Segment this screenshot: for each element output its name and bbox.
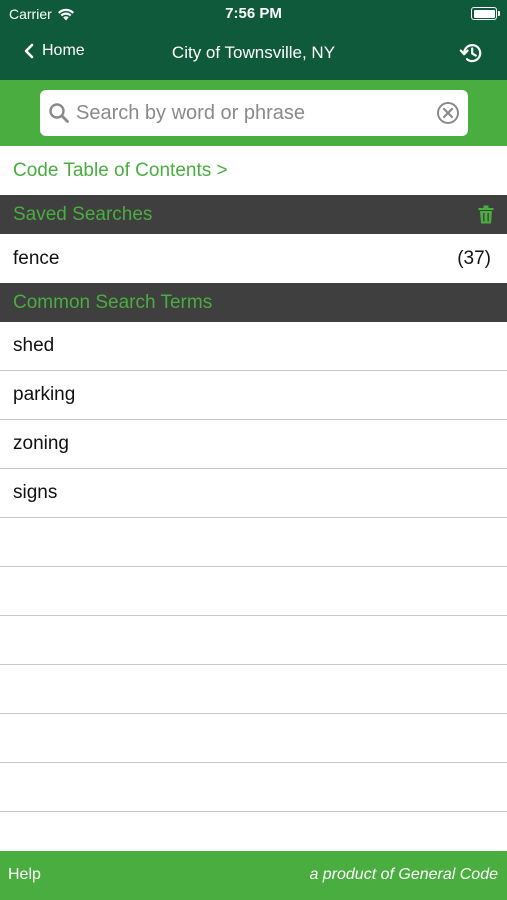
toc-link-label: Code Table of Contents > (13, 159, 228, 181)
common-term-item[interactable]: shed (0, 322, 507, 371)
common-term-label: shed (13, 335, 55, 356)
navigation-bar: Home City of Townsville, NY (0, 28, 507, 80)
common-search-terms-header: Common Search Terms (0, 283, 507, 322)
empty-list-row (0, 763, 507, 812)
common-term-item[interactable]: zoning (0, 420, 507, 469)
history-icon[interactable] (459, 40, 485, 66)
common-term-label: zoning (13, 433, 69, 454)
empty-list-row (0, 518, 507, 567)
saved-search-count: (37) (457, 248, 491, 269)
empty-list-row (0, 714, 507, 763)
common-term-item[interactable]: parking (0, 371, 507, 420)
common-term-label: parking (13, 384, 76, 405)
saved-search-item[interactable]: fence (37) (0, 234, 507, 283)
common-term-item[interactable]: signs (0, 469, 507, 518)
clear-search-icon[interactable] (436, 101, 460, 125)
code-table-of-contents-link[interactable]: Code Table of Contents > (0, 146, 507, 195)
search-bar-container (0, 80, 507, 146)
empty-list-row (0, 616, 507, 665)
search-box[interactable] (40, 90, 468, 136)
empty-list-row (0, 812, 507, 851)
battery-icon (471, 7, 500, 20)
page-title: City of Townsville, NY (171, 43, 336, 62)
saved-search-term: fence (13, 247, 60, 269)
saved-searches-header: Saved Searches (0, 195, 507, 234)
common-term-label: signs (13, 482, 58, 503)
search-input[interactable] (76, 90, 436, 136)
general-code-credit: a product of General Code (309, 866, 498, 883)
search-icon (49, 103, 69, 123)
common-search-terms-title: Common Search Terms (13, 291, 213, 313)
empty-list-row (0, 567, 507, 616)
empty-list-row (0, 665, 507, 714)
help-link[interactable]: Help (8, 866, 41, 884)
clock: 7:56 PM (225, 5, 282, 22)
status-bar: Carrier 7:56 PM (0, 0, 507, 28)
saved-searches-title: Saved Searches (13, 203, 153, 225)
trash-icon[interactable] (478, 205, 494, 224)
footer-bar: Help a product of General Code (0, 851, 507, 900)
